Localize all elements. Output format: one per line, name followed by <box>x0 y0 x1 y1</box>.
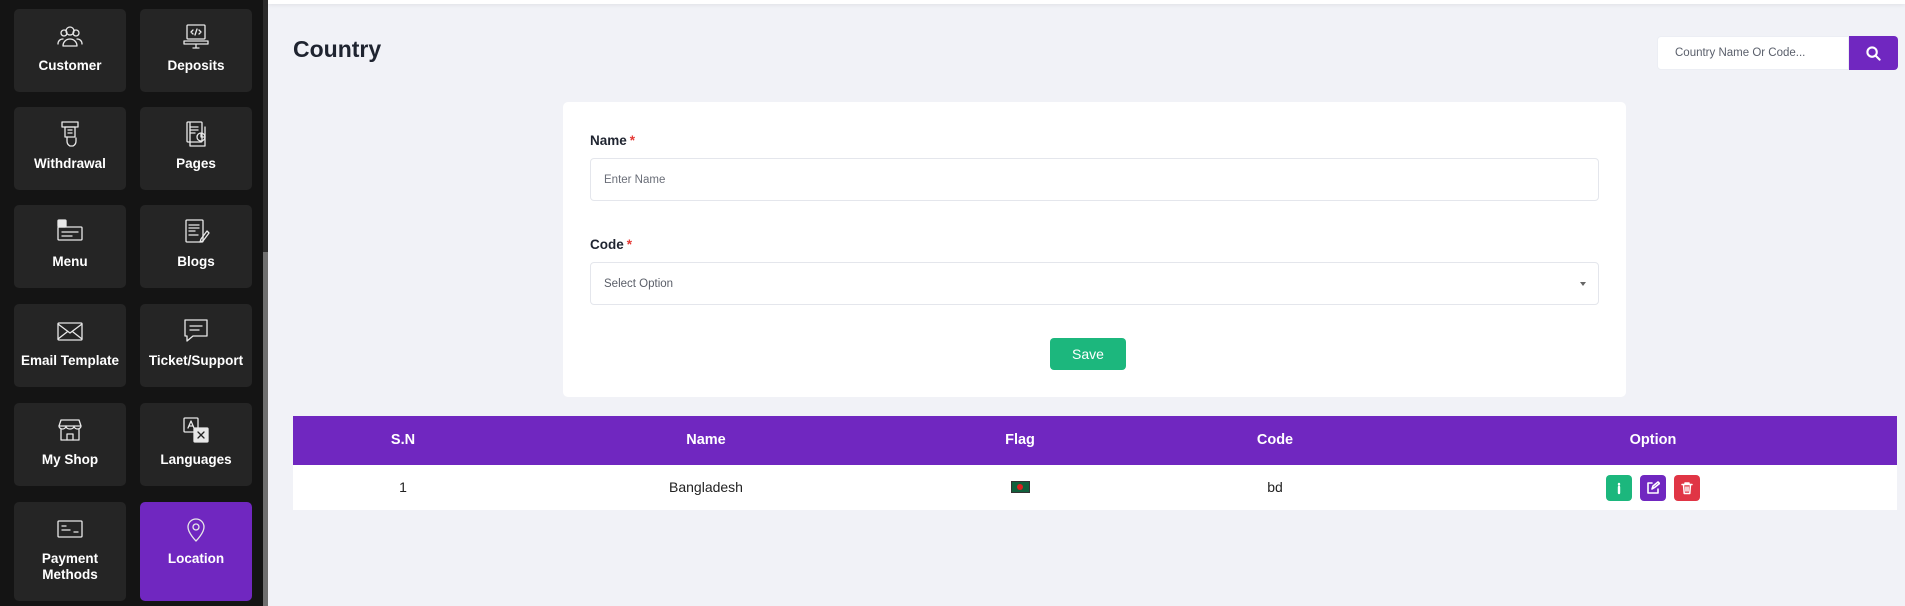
top-bar <box>268 0 1905 4</box>
sidebar-item-my-shop[interactable]: My Shop <box>14 403 126 486</box>
sidebar-item-customer[interactable]: Customer <box>14 9 126 92</box>
sidebar-item-location[interactable]: Location <box>140 502 252 601</box>
pages-icon <box>179 117 213 151</box>
search-bar <box>1657 36 1898 70</box>
header-flag: Flag <box>1005 432 1035 448</box>
caret-down-icon <box>1580 282 1586 286</box>
sidebar-item-ticket-support[interactable]: Ticket/Support <box>140 304 252 387</box>
payment-icon <box>53 512 87 546</box>
header-code: Code <box>1256 432 1294 448</box>
code-label: Code * <box>590 237 633 252</box>
email-icon <box>53 314 87 348</box>
shop-icon <box>53 413 87 447</box>
sidebar-item-label: Payment Methods <box>41 551 99 582</box>
bd-flag-icon <box>1010 481 1030 493</box>
code-select-value: Select Option <box>604 277 674 290</box>
search-icon <box>1866 45 1881 61</box>
delete-button[interactable] <box>1674 475 1700 501</box>
withdrawal-icon <box>53 117 87 151</box>
sidebar-item-label: Withdrawal <box>34 156 106 171</box>
sidebar-item-label: Email Template <box>20 353 120 368</box>
blogs-icon <box>179 215 213 249</box>
sidebar-item-label: Ticket/Support <box>148 353 244 368</box>
code-select[interactable]: Select Option <box>590 262 1599 305</box>
sidebar-item-blogs[interactable]: Blogs <box>140 205 252 288</box>
required-mark: * <box>626 237 633 252</box>
sidebar-item-email-template[interactable]: Email Template <box>14 304 126 387</box>
menu-icon <box>53 215 87 249</box>
row-options <box>1409 475 1897 501</box>
sidebar-item-pages[interactable]: Pages <box>140 107 252 190</box>
edit-button[interactable] <box>1640 475 1666 501</box>
edit-icon <box>1647 481 1660 494</box>
page-title: Country <box>293 36 382 62</box>
deposits-icon <box>179 19 213 53</box>
header-name: Name <box>686 432 726 448</box>
name-input[interactable] <box>590 158 1599 201</box>
info-icon <box>1617 482 1621 495</box>
search-button[interactable] <box>1849 36 1898 70</box>
header-sn: S.N <box>390 432 416 448</box>
table-header: S.N Name Flag Code Option <box>293 416 1897 465</box>
sidebar-item-deposits[interactable]: Deposits <box>140 9 252 92</box>
country-form-card: Name* Code* Select Option Save <box>563 102 1626 397</box>
row-flag <box>899 481 1141 493</box>
sidebar-item-label: Location <box>167 551 225 566</box>
trash-icon <box>1681 482 1693 495</box>
info-button[interactable] <box>1606 475 1632 501</box>
table-row: 1 Bangladesh bd <box>293 465 1897 510</box>
sidebar-item-label: Languages <box>160 452 232 467</box>
sidebar-item-label: Menu <box>52 254 88 269</box>
row-sn: 1 <box>399 479 407 495</box>
sidebar-item-withdrawal[interactable]: Withdrawal <box>14 107 126 190</box>
sidebar-item-payment-methods[interactable]: Payment Methods <box>14 502 126 601</box>
customer-icon <box>53 19 87 53</box>
sidebar-item-label: Deposits <box>167 58 225 73</box>
sidebar-item-label: Blogs <box>177 254 215 269</box>
row-code: bd <box>1267 479 1283 495</box>
sidebar: Customer Deposits Withdrawal Pages Menu … <box>0 0 268 606</box>
save-button[interactable]: Save <box>1050 338 1126 370</box>
header-option: Option <box>1629 432 1677 448</box>
sidebar-item-label: My Shop <box>41 452 99 467</box>
location-icon <box>179 512 213 546</box>
sidebar-item-label: Customer <box>38 58 102 73</box>
languages-icon <box>179 413 213 447</box>
sidebar-item-languages[interactable]: Languages <box>140 403 252 486</box>
name-label: Name * <box>590 133 636 148</box>
ticket-icon <box>179 314 213 348</box>
sidebar-scrollbar-thumb[interactable] <box>263 252 268 606</box>
row-name: Bangladesh <box>669 479 743 495</box>
sidebar-item-label: Pages <box>176 156 216 171</box>
required-mark: * <box>629 133 636 148</box>
search-input[interactable] <box>1657 36 1849 70</box>
sidebar-item-menu[interactable]: Menu <box>14 205 126 288</box>
country-table: S.N Name Flag Code Option 1 Bangladesh b… <box>293 416 1897 510</box>
